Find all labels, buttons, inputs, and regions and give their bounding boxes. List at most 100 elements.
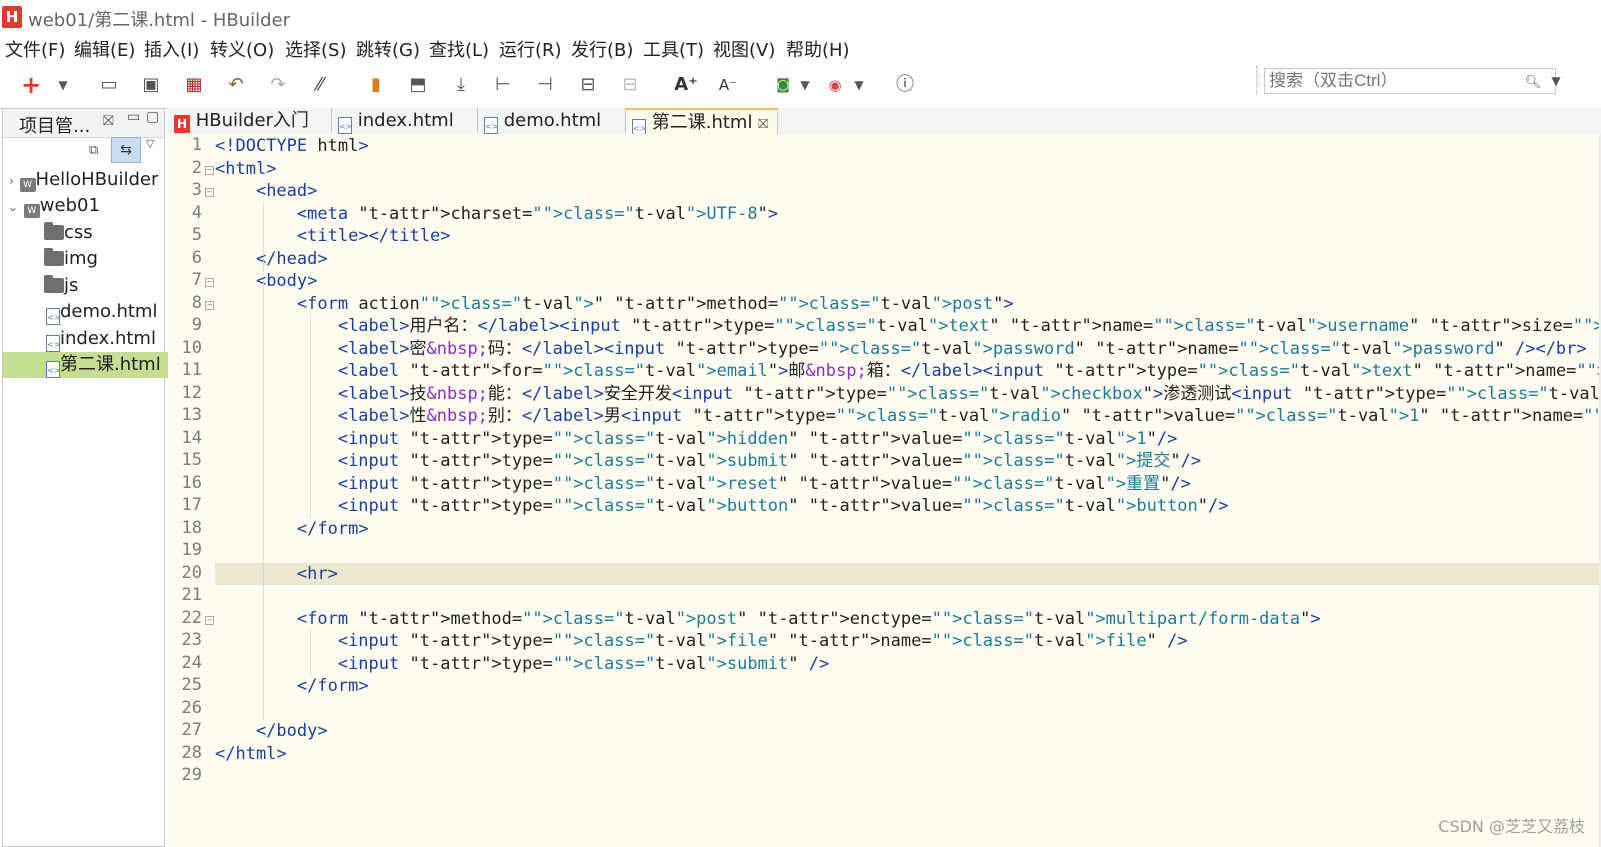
fold-toggle-icon[interactable]: − [205,300,214,310]
menu-tools[interactable]: 工具(T) [643,36,704,62]
run-dropdown-icon[interactable]: ▼ [792,72,818,98]
code-line[interactable]: <html> [215,158,276,181]
info-icon[interactable]: ⓘ [892,72,918,98]
code-line[interactable]: <input "t-attr">type="">class="t-val">re… [215,473,1191,496]
link-editor-icon[interactable]: ⇆ [111,137,141,163]
folder-icon [44,222,64,240]
chevron-right-icon[interactable]: › [9,174,14,188]
tree-item-label: 第二课.html [60,354,161,375]
code-line[interactable]: <hr> [215,563,338,586]
code-line[interactable]: </head> [215,248,328,271]
code-line[interactable]: <input "t-attr">type="">class="t-val">bu… [215,495,1229,518]
line-number: 23 [181,630,202,650]
fold-toggle-icon[interactable]: − [205,278,214,287]
save-icon[interactable]: ▭ [96,72,122,98]
format-icon[interactable]: ⁄⁄ [307,72,333,98]
menu-escape[interactable]: 转义(O) [210,36,274,62]
tree-item-web01[interactable]: ⌄ Wweb01 [3,193,164,219]
code-line[interactable]: </form> [215,675,369,698]
code-line[interactable]: <meta "t-attr">charset="">class="t-val">… [215,203,778,226]
html-file-icon: <> [46,308,60,325]
code-editor[interactable]: 1 2−3−4 5 6 7−8−9 10 11 12 13 14 15 16 17 18 19 20 21 22−… [168,134,1601,847]
close-panel-icon[interactable]: ⛝ [103,113,114,129]
maximize-icon[interactable]: ▢ [146,109,159,125]
tab-index-html[interactable]: <> index.html [332,108,478,134]
code-line[interactable]: <label>密&nbsp;码：</label><input "t-attr">… [215,338,1587,361]
line-number: 4 [191,202,202,223]
menu-view[interactable]: 视图(V) [713,36,775,62]
search-dropdown-icon[interactable]: ▼ [1543,68,1569,94]
code-line[interactable]: <label "t-attr">for="">class="t-val">ema… [215,360,1601,383]
new-icon[interactable]: + [18,72,44,98]
tree-item-label: css [64,222,93,243]
watermark: CSDN @芝芝又荔枝 [1438,817,1585,836]
close-tab-icon[interactable]: ⛝ [758,117,768,132]
tree-item-label: img [64,248,98,269]
menu-help[interactable]: 帮助(H) [786,36,850,62]
menu-find[interactable]: 查找(L) [429,36,489,62]
menu-publish[interactable]: 发行(B) [571,36,633,62]
fold-toggle-icon[interactable]: − [205,165,214,175]
bookmark-icon[interactable]: ▮ [363,72,389,98]
tree-item-label: web01 [39,195,100,216]
comment-icon[interactable]: ⊟ [575,72,601,98]
tree-item-hellohbuilder[interactable]: › W HelloHBuilder [3,167,164,193]
code-line[interactable]: <head> [215,180,317,203]
panel-header: 项目管... ⛝ ▭ ▢ [3,109,164,138]
html-file-icon: <> [338,117,352,134]
code-line[interactable]: <form "t-attr">method="">class="t-val">p… [215,608,1321,631]
code-line[interactable]: <body> [215,270,317,293]
fold-toggle-icon[interactable]: − [205,188,214,197]
code-line[interactable]: <input "t-attr">type="">class="t-val">su… [215,653,829,676]
chrome-icon[interactable]: ◉ [822,72,848,98]
code-line[interactable]: <input "t-attr">type="">class="t-val">su… [215,450,1201,473]
tab-demo-html[interactable]: <> demo.html [478,108,626,134]
save-all-icon[interactable]: ▣ [138,72,164,98]
redo-icon[interactable]: ↷ [265,72,291,98]
fold-toggle-icon[interactable]: − [205,615,214,625]
indent-icon[interactable]: ⊢ [490,72,516,98]
code-line[interactable]: <input "t-attr">type="">class="t-val">fi… [215,630,1188,653]
line-number: 28 [181,742,202,763]
menu-goto[interactable]: 跳转(G) [356,36,420,62]
current-line-highlight [215,562,1601,585]
goto-icon[interactable]: ⬒ [405,72,431,98]
menu-run[interactable]: 运行(R) [499,36,562,62]
undo-icon[interactable]: ↶ [223,72,249,98]
line-number: 9 [191,315,202,335]
code-line[interactable]: <label>技&nbsp;能：</label>安全开发<input "t-at… [215,383,1601,406]
outdent-icon[interactable]: ⊣ [532,72,558,98]
tab-lesson2-html[interactable]: <> 第二课.html ⛝ [626,108,778,136]
code-line[interactable]: <input "t-attr">type="">class="t-val">hi… [215,428,1178,451]
collapse-all-icon[interactable]: ⧉ [89,143,98,158]
close-file-icon[interactable]: ▦ [181,72,207,98]
uncomment-icon[interactable]: ⊟ [617,72,643,98]
toolbar: + ▼ ▭ ▣ ▦ ↶ ↷ ⁄⁄ ▮ ⬒ ⤓ ⊢ ⊣ ⊟ ⊟ A⁺ A⁻ ◙ ▼… [0,62,1601,109]
code-line[interactable]: </body> [215,720,328,743]
menu-select[interactable]: 选择(S) [285,36,346,62]
line-number: 14 [181,427,202,448]
menu-file[interactable]: 文件(F) [5,36,65,62]
chevron-down-icon[interactable]: ⌄ [8,200,18,214]
font-decrease-icon[interactable]: A⁻ [715,72,741,98]
tab-hbuilder-intro[interactable]: H HBuilder入门 [168,108,332,133]
new-dropdown-icon[interactable]: ▼ [50,72,76,98]
menu-insert[interactable]: 插入(I) [144,36,199,62]
code-line[interactable]: <form action"">class="t-val">" "t-attr">… [215,293,1014,316]
search-input[interactable] [1264,68,1556,94]
chrome-dropdown-icon[interactable]: ▼ [846,72,872,98]
menu-edit[interactable]: 编辑(E) [74,36,135,62]
indent-guide [310,315,311,518]
code-line[interactable]: </form> [215,518,369,541]
html-file-icon: <> [46,361,60,378]
download-icon[interactable]: ⤓ [448,72,474,98]
code-line[interactable]: <label>用户名：</label><input "t-attr">type=… [215,315,1601,338]
panel-menu-icon[interactable]: ▽ [146,137,154,150]
minimize-icon[interactable]: ▭ [127,109,140,125]
code-line[interactable]: <!DOCTYPE html> [215,135,369,158]
code-line[interactable]: </html> [215,743,287,766]
line-number: 13 [181,405,202,425]
code-line[interactable]: <label>性&nbsp;别：</label>男<input "t-attr"… [215,405,1601,428]
code-line[interactable]: <title></title> [215,225,451,248]
font-increase-icon[interactable]: A⁺ [673,72,699,98]
